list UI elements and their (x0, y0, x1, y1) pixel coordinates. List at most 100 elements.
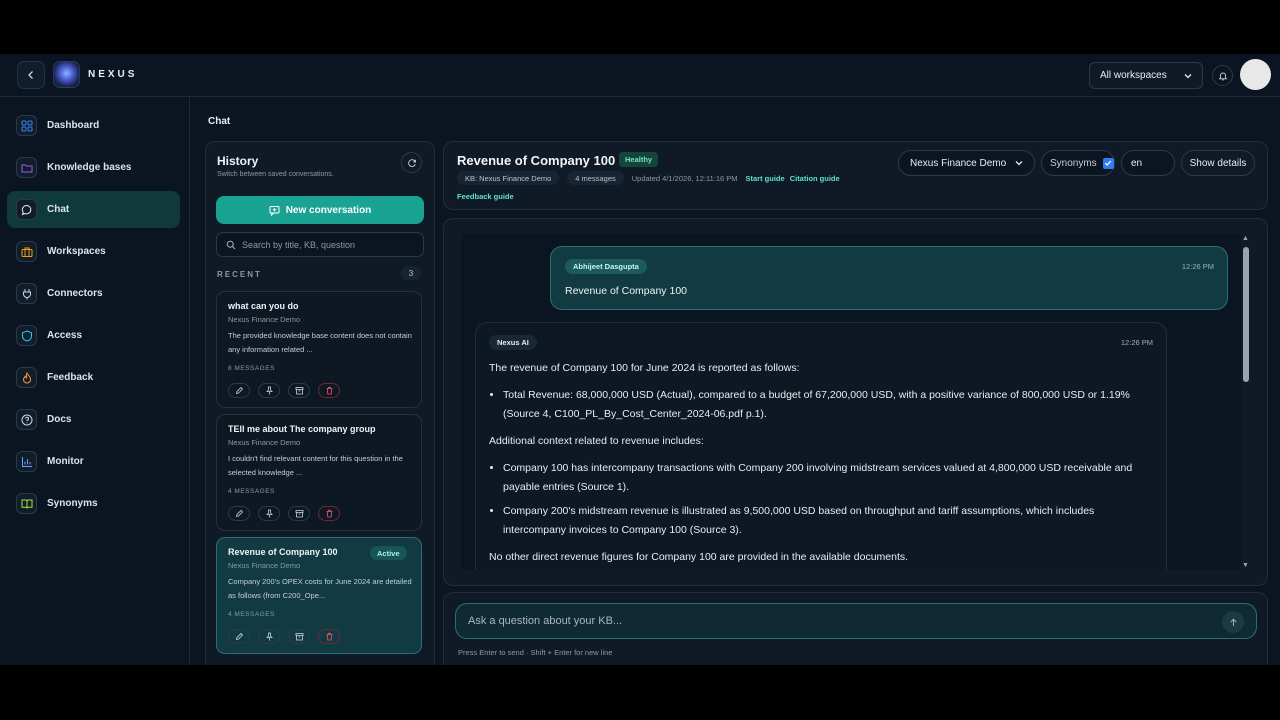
sidebar-item-monitor[interactable]: Monitor (7, 443, 180, 480)
history-search-input[interactable] (242, 239, 412, 250)
notifications-button[interactable] (1212, 65, 1233, 86)
feedback-guide-link[interactable]: Feedback guide (457, 192, 514, 201)
message-input[interactable] (468, 615, 1208, 627)
kb-pill: KB: Nexus Finance Demo (457, 171, 560, 185)
sidebar-item-docs[interactable]: Docs (7, 401, 180, 438)
conversation-actions (228, 383, 340, 398)
brand-name: NEXUS (88, 69, 138, 80)
conversation-card[interactable]: TEll me about The company group Nexus Fi… (216, 414, 422, 531)
assistant-name-badge: Nexus AI (489, 335, 537, 350)
conversation-preview: The provided knowledge base content does… (228, 331, 412, 354)
grid-icon (16, 115, 37, 136)
refresh-icon (407, 158, 416, 167)
pin-button[interactable] (258, 506, 280, 521)
chat-scrollbar[interactable]: ▲ ▼ (1241, 234, 1251, 570)
scroll-up-arrow-icon[interactable]: ▲ (1242, 235, 1249, 242)
user-avatar[interactable] (1240, 59, 1271, 90)
synonyms-toggle[interactable]: Synonyms (1041, 150, 1115, 176)
pin-button[interactable] (258, 383, 280, 398)
sidebar-item-knowledge-bases[interactable]: Knowledge bases (7, 149, 180, 186)
sidebar: Dashboard Knowledge bases Chat Workspace… (0, 97, 190, 665)
history-title: History (217, 154, 259, 168)
bell-icon (1218, 72, 1227, 81)
message-list[interactable]: Abhijeet Dasgupta 12:26 PM Revenue of Co… (461, 234, 1241, 570)
synonyms-checkbox[interactable] (1102, 157, 1114, 169)
pin-icon (265, 386, 273, 395)
conversation-header: Revenue of Company 100 Healthy KB: Nexus… (443, 141, 1268, 210)
answer-list: Total Revenue: 68,000,000 USD (Actual), … (503, 386, 1154, 424)
sidebar-item-dashboard[interactable]: Dashboard (7, 107, 180, 144)
recent-label: RECENT (217, 270, 262, 279)
sidebar-item-access[interactable]: Access (7, 317, 180, 354)
arrow-up-icon (1229, 618, 1237, 626)
refresh-button[interactable] (401, 152, 422, 173)
workspace-select[interactable]: All workspaces (1089, 62, 1203, 89)
rename-button[interactable] (228, 629, 250, 644)
conversation-kb: Nexus Finance Demo (228, 438, 301, 447)
pencil-icon (235, 632, 243, 641)
conversation-message-count: 4 MESSAGES (228, 488, 275, 495)
conversation-actions (228, 506, 340, 521)
message-time: 12:26 PM (1181, 262, 1214, 271)
conversation-card[interactable]: what can you do Nexus Finance Demo The p… (216, 291, 422, 408)
sidebar-item-synonyms[interactable]: Synonyms (7, 485, 180, 522)
pencil-icon (235, 509, 243, 518)
assistant-message: Nexus AI 12:26 PM The revenue of Company… (475, 322, 1167, 570)
composer[interactable] (455, 603, 1257, 639)
sidebar-item-connectors[interactable]: Connectors (7, 275, 180, 312)
conversation-card-active[interactable]: Revenue of Company 100 Active Nexus Fina… (216, 537, 422, 654)
archive-button[interactable] (288, 629, 310, 644)
sidebar-item-label: Docs (47, 414, 72, 425)
conversation-title-heading: Revenue of Company 100 (457, 153, 616, 168)
recent-count-badge: 3 (401, 266, 421, 280)
workspace-select-value: All workspaces (1100, 70, 1167, 81)
rename-button[interactable] (228, 506, 250, 521)
delete-button[interactable] (318, 506, 340, 521)
rename-button[interactable] (228, 383, 250, 398)
scroll-down-arrow-icon[interactable]: ▼ (1242, 562, 1249, 569)
sidebar-item-chat[interactable]: Chat (7, 191, 180, 228)
composer-panel: Press Enter to send · Shift + Enter for … (443, 592, 1268, 665)
delete-button[interactable] (318, 383, 340, 398)
sidebar-item-workspaces[interactable]: Workspaces (7, 233, 180, 270)
language-input[interactable]: en (1121, 150, 1175, 176)
show-details-button[interactable]: Show details (1181, 150, 1255, 176)
trash-icon (326, 386, 332, 395)
sidebar-item-label: Feedback (47, 372, 94, 383)
sidebar-item-label: Monitor (47, 456, 84, 467)
chat-bubble-icon (16, 199, 37, 220)
send-button[interactable] (1222, 611, 1244, 633)
search-icon (226, 240, 236, 249)
archive-button[interactable] (288, 506, 310, 521)
health-badge: Healthy (619, 152, 659, 167)
checkmark-icon (1105, 160, 1112, 166)
back-button[interactable] (17, 61, 45, 89)
help-circle-icon (16, 409, 37, 430)
archive-button[interactable] (288, 383, 310, 398)
archive-icon (295, 387, 303, 395)
trash-icon (326, 632, 332, 641)
pin-button[interactable] (258, 629, 280, 644)
delete-button[interactable] (318, 629, 340, 644)
app-frame: NEXUS All workspaces Dashboard Knowledge… (0, 54, 1280, 665)
folder-icon (16, 157, 37, 178)
sidebar-item-feedback[interactable]: Feedback (7, 359, 180, 396)
start-guide-link[interactable]: Start guide (746, 174, 785, 183)
new-conversation-label: New conversation (285, 204, 372, 216)
top-bar: NEXUS All workspaces (0, 54, 1280, 97)
conversation-preview: Company 200's OPEX costs for June 2024 a… (228, 577, 412, 600)
trash-icon (326, 509, 332, 518)
new-conversation-button[interactable]: New conversation (216, 196, 424, 224)
citation-guide-link[interactable]: Citation guide (790, 174, 840, 183)
history-search[interactable] (216, 232, 424, 257)
history-subtitle: Switch between saved conversations. (217, 171, 334, 178)
page-title: Chat (208, 116, 231, 127)
answer-intro: The revenue of Company 100 for June 2024… (489, 362, 800, 374)
scrollbar-thumb[interactable] (1243, 247, 1249, 382)
book-icon (16, 493, 37, 514)
bar-chart-icon (16, 451, 37, 472)
kb-select[interactable]: Nexus Finance Demo (898, 150, 1035, 176)
plug-icon (16, 283, 37, 304)
sidebar-item-label: Dashboard (47, 120, 100, 131)
message-time: 12:26 PM (1120, 338, 1153, 347)
